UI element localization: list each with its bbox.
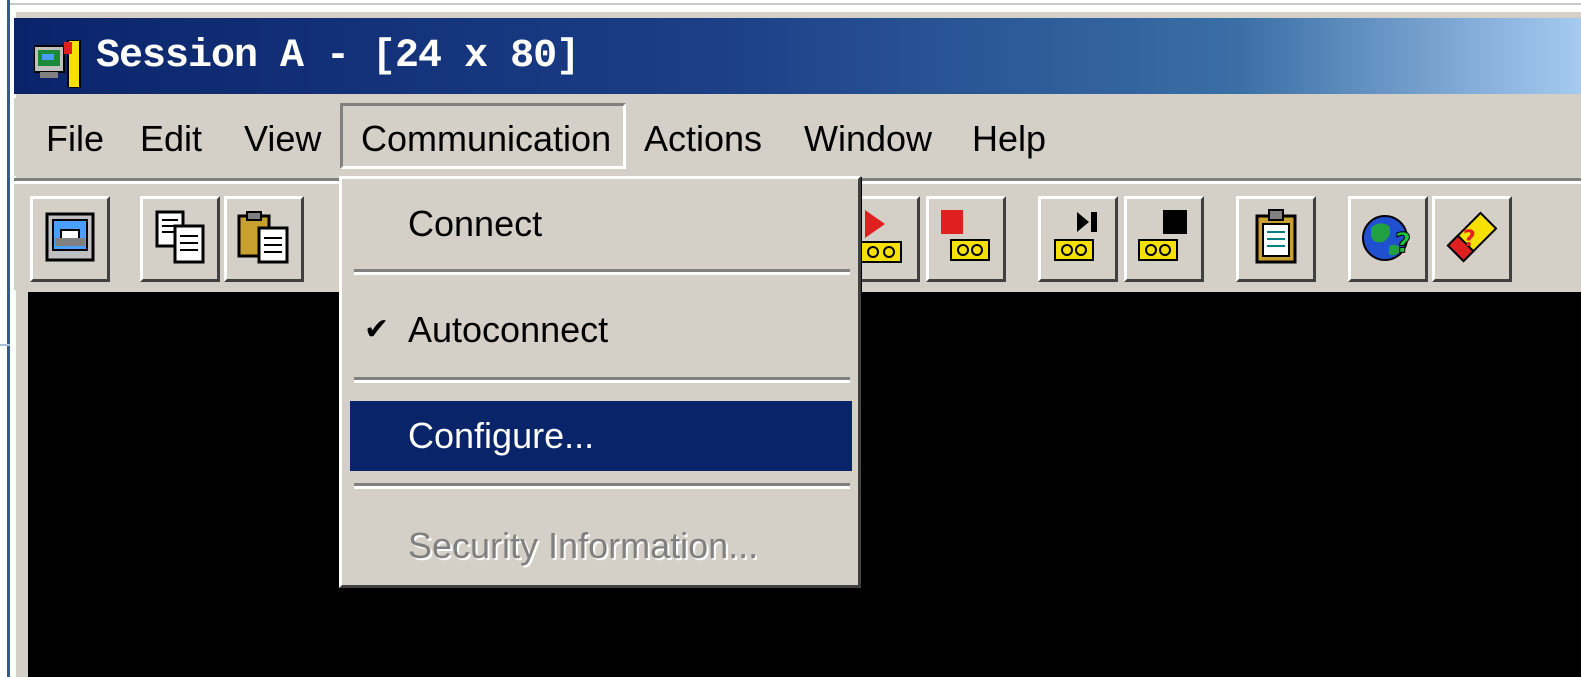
clipboard-icon [1247, 208, 1305, 270]
menu-edit[interactable]: Edit [132, 106, 210, 172]
menu-item-connect-label: Connect [408, 203, 543, 244]
print-screen-icon [41, 208, 99, 270]
session-app-icon [33, 39, 92, 89]
pause-macro-button[interactable] [1124, 196, 1204, 282]
print-screen-button[interactable] [30, 196, 110, 282]
window-title: Session A - [24 x 80] [96, 34, 580, 79]
menu-item-autoconnect[interactable]: ✔ Autoconnect [350, 295, 852, 365]
menu-communication[interactable]: Communication [340, 103, 626, 169]
clipboard-button[interactable] [1236, 196, 1316, 282]
stop-macro-button[interactable] [926, 196, 1006, 282]
record-macro-button[interactable] [1038, 196, 1118, 282]
svg-text:?: ? [1463, 227, 1476, 252]
menu-separator [354, 483, 850, 489]
record-macro-icon [1049, 208, 1107, 270]
menu-bar: File Edit View Communication Actions Win… [14, 98, 1581, 176]
menu-view[interactable]: View [236, 106, 329, 172]
menu-item-configure-label: Configure... [408, 415, 595, 456]
svg-text:?: ? [1395, 226, 1411, 259]
menu-item-configure[interactable]: Configure... [350, 401, 852, 471]
menu-separator [354, 269, 850, 275]
paste-button[interactable] [224, 196, 304, 282]
desktop-top-edge [0, 0, 1581, 5]
checkmark-icon: ✔ [364, 313, 390, 346]
menu-actions[interactable]: Actions [636, 106, 770, 172]
menu-item-security-information-label: Security Information... [408, 525, 759, 566]
copy-icon [151, 208, 209, 270]
title-bar[interactable]: Session A - [24 x 80] [14, 18, 1581, 94]
paste-icon [235, 208, 293, 270]
eraser-icon: ? [1443, 208, 1501, 270]
communication-menu: Connect ✔ Autoconnect Configure... Secur… [339, 176, 861, 588]
menu-item-autoconnect-label: Autoconnect [408, 309, 609, 350]
menu-file[interactable]: File [38, 106, 112, 172]
desktop-left-edge [0, 0, 10, 677]
copy-button[interactable] [140, 196, 220, 282]
pause-macro-icon [1135, 208, 1193, 270]
globe-help-icon: ? [1359, 208, 1417, 270]
menu-separator [354, 377, 850, 383]
menu-help[interactable]: Help [964, 106, 1054, 172]
eraser-button[interactable]: ? [1432, 196, 1512, 282]
menu-item-connect[interactable]: Connect [350, 189, 852, 259]
menu-window[interactable]: Window [796, 106, 940, 172]
stop-macro-icon [937, 208, 995, 270]
globe-help-button[interactable]: ? [1348, 196, 1428, 282]
menu-item-security-information: Security Information... [350, 511, 852, 581]
